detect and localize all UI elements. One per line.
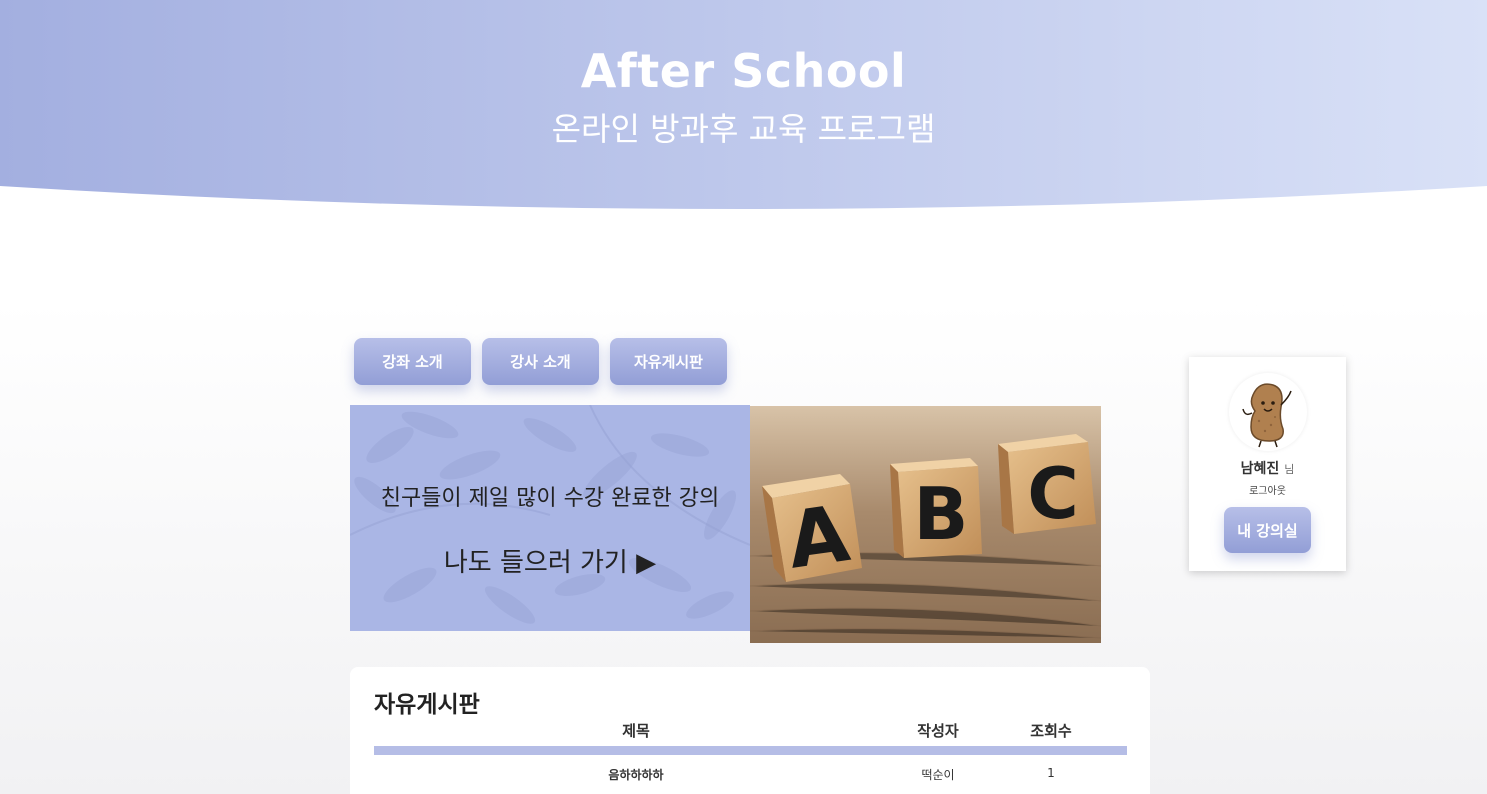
potato-mascot-icon — [1242, 383, 1292, 448]
logout-link[interactable]: 로그아웃 — [1189, 482, 1346, 497]
column-header-author: 작성자 — [917, 722, 959, 740]
user-name-text: 남혜진 — [1240, 461, 1280, 477]
free-board-panel: 자유게시판 제목 작성자 조회수 음하하하하 떡순이 1 — [350, 667, 1150, 794]
popular-course-banner[interactable] — [350, 405, 750, 631]
board-title: 자유게시판 — [374, 692, 480, 718]
site-subtitle: 온라인 방과후 교육 프로그램 — [551, 110, 936, 148]
svg-text:B: B — [914, 472, 969, 556]
user-name: 남혜진 님 — [1189, 458, 1346, 478]
nav-instructor-intro-button[interactable]: 강사 소개 — [482, 338, 599, 385]
my-classroom-button[interactable]: 내 강의실 — [1224, 507, 1311, 553]
svg-text:A: A — [782, 489, 854, 587]
leaf-pattern-decoration — [350, 405, 750, 624]
site-title: After School — [580, 44, 907, 98]
user-name-suffix: 님 — [1284, 463, 1295, 476]
avatar — [1229, 373, 1307, 451]
header-divider — [374, 746, 1127, 755]
header-banner: After School 온라인 방과후 교육 프로그램 — [0, 0, 1487, 210]
column-header-title: 제목 — [622, 722, 650, 740]
profile-card: 남혜진 님 로그아웃 내 강의실 — [1189, 357, 1346, 571]
nav-course-intro-button[interactable]: 강좌 소개 — [354, 338, 471, 385]
nav-free-board-button[interactable]: 자유게시판 — [610, 338, 727, 385]
abc-blocks-image: A B C — [750, 406, 1101, 643]
post-title-link[interactable]: 음하하하하 — [576, 766, 696, 783]
banner-headline: 친구들이 제일 많이 수강 완료한 강의 — [380, 486, 720, 511]
banner-cta-link[interactable]: 나도 들으러 가기 ▶ — [350, 542, 750, 579]
svg-text:C: C — [1027, 453, 1078, 535]
post-views: 1 — [1047, 766, 1055, 780]
post-author: 떡순이 — [921, 768, 955, 782]
column-header-views: 조회수 — [1030, 722, 1072, 740]
